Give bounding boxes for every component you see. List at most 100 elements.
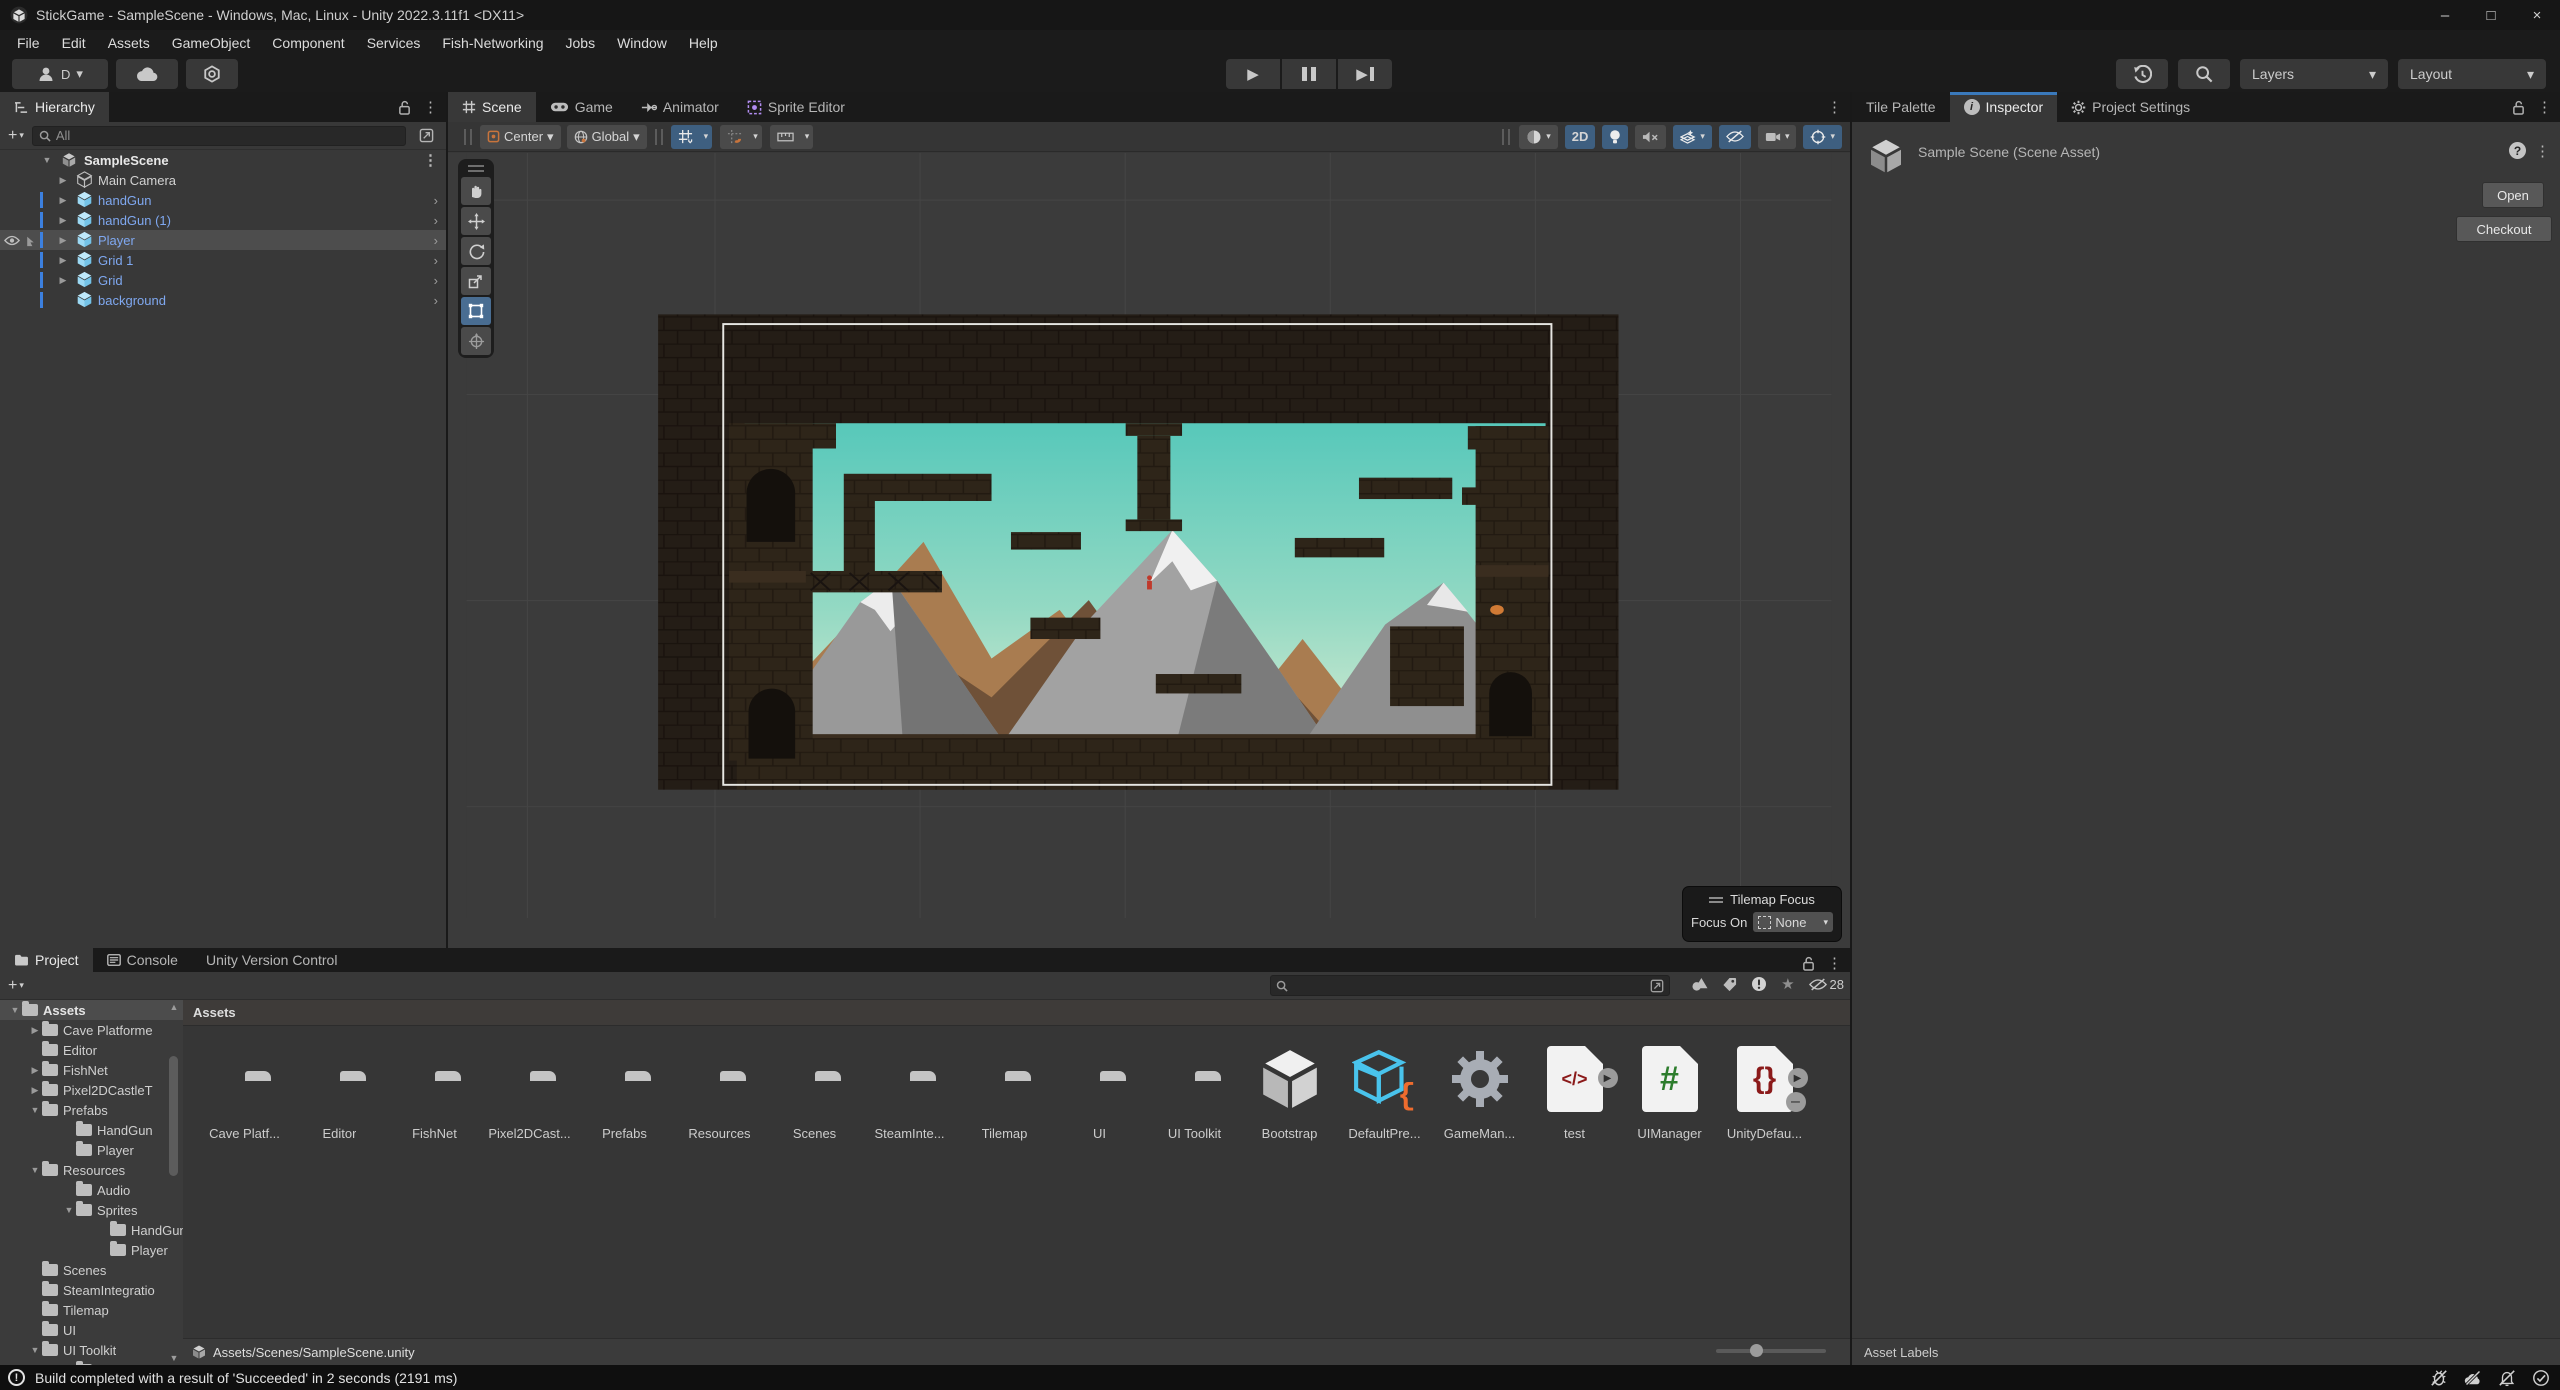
- project-panel-tab[interactable]: Unity Version Control: [192, 948, 352, 972]
- picker-icon[interactable]: [1650, 979, 1664, 993]
- asset-item[interactable]: {} </> # {} ▶ – Editor: [292, 1040, 387, 1141]
- prefab-open-chevron[interactable]: ›: [434, 193, 438, 208]
- menu-item[interactable]: Help: [678, 30, 729, 56]
- status-message[interactable]: Build completed with a result of 'Succee…: [35, 1370, 457, 1386]
- toolbar-handle[interactable]: [655, 129, 663, 145]
- scrollbar-thumb[interactable]: [169, 1056, 178, 1176]
- grid-snap-options[interactable]: ▾: [700, 125, 713, 149]
- asset-item[interactable]: {} </> # {} ▶ – Scenes: [767, 1040, 862, 1141]
- scene-view-tab[interactable]: Game: [536, 92, 627, 122]
- inspector-tab[interactable]: Project Settings: [2057, 92, 2204, 122]
- gizmos-dropdown[interactable]: ▾: [1803, 125, 1842, 149]
- lighting-toggle[interactable]: [1602, 125, 1628, 149]
- step-button[interactable]: ▶: [1338, 59, 1392, 89]
- expander-icon[interactable]: ▶: [28, 1085, 42, 1096]
- minimize-button[interactable]: –: [2422, 0, 2468, 30]
- scene-picker-button[interactable]: [414, 126, 438, 146]
- project-search-input[interactable]: [1293, 978, 1645, 993]
- snap-increment-button[interactable]: [770, 125, 801, 149]
- hierarchy-row[interactable]: ▶ Main Camera ›: [0, 170, 446, 190]
- project-tree-item[interactable]: ▶ FishNet: [0, 1060, 183, 1080]
- project-panel-tab[interactable]: Console: [93, 948, 192, 972]
- asset-item[interactable]: {} </> # {} ▶ – test: [1527, 1040, 1622, 1141]
- debugger-disabled-icon[interactable]: [2430, 1369, 2448, 1387]
- eye-icon[interactable]: [4, 235, 20, 246]
- pause-button[interactable]: [1282, 59, 1336, 89]
- hierarchy-row[interactable]: background ›: [0, 290, 446, 310]
- create-asset-button[interactable]: + ▾: [8, 977, 24, 995]
- inspector-tab[interactable]: Tile Palette: [1852, 92, 1950, 122]
- pickability-icon[interactable]: [24, 234, 36, 247]
- search-everywhere-button[interactable]: [2178, 59, 2230, 89]
- camera-overlay-dropdown[interactable]: ▾: [1758, 125, 1797, 149]
- scene-view-tab[interactable]: Animator: [627, 92, 733, 122]
- scene-visibility-toggle[interactable]: [1719, 125, 1751, 149]
- menu-item[interactable]: GameObject: [161, 30, 262, 56]
- scroll-down-icon[interactable]: ▼: [168, 1353, 180, 1363]
- hierarchy-row[interactable]: ▶ Grid 1 ›: [0, 250, 446, 270]
- expander-icon[interactable]: ▼: [40, 155, 54, 165]
- audio-toggle[interactable]: [1635, 125, 1666, 149]
- project-tree-item[interactable]: ▼ Assets: [0, 1000, 183, 1020]
- toolbar-handle[interactable]: [464, 129, 472, 145]
- slider-knob[interactable]: [1750, 1344, 1763, 1357]
- grid-snap-toggle[interactable]: [671, 125, 700, 149]
- help-icon[interactable]: ?: [2509, 142, 2526, 159]
- menu-item[interactable]: File: [6, 30, 51, 56]
- project-tree-item[interactable]: ▼ Prefabs: [0, 1100, 183, 1120]
- asset-item[interactable]: {} </> # {} ▶ – UI: [1052, 1040, 1147, 1141]
- close-button[interactable]: ×: [2514, 0, 2560, 30]
- scene-viewport[interactable]: Tilemap Focus Focus On None ▾: [448, 153, 1850, 948]
- cache-disabled-icon[interactable]: [2464, 1369, 2482, 1387]
- menu-item[interactable]: Jobs: [555, 30, 607, 56]
- project-tree-item[interactable]: ▼ Sprites: [0, 1200, 183, 1220]
- rect-tool-button[interactable]: [461, 297, 491, 325]
- hidden-packages-toggle[interactable]: 28: [1809, 977, 1844, 992]
- project-tree-item[interactable]: Player: [0, 1240, 183, 1260]
- asset-item[interactable]: {} </> # {} ▶ – Cave Platf...: [197, 1040, 292, 1141]
- grid-visual-options[interactable]: ▾: [749, 125, 762, 149]
- expander-icon[interactable]: ▶: [56, 235, 70, 246]
- asset-item[interactable]: {} </> # {} ▶ – Bootstrap: [1242, 1040, 1337, 1141]
- asset-item[interactable]: {} </> # {} ▶ – UI Toolkit: [1147, 1040, 1242, 1141]
- 2d-toggle[interactable]: 2D: [1565, 125, 1596, 149]
- expander-icon[interactable]: ▼: [62, 1205, 76, 1215]
- pivot-dropdown[interactable]: Center ▾: [480, 125, 561, 149]
- prefab-open-chevron[interactable]: ›: [434, 273, 438, 288]
- label-filter-icon[interactable]: [1722, 977, 1737, 992]
- expander-icon[interactable]: ▼: [28, 1345, 42, 1355]
- layout-dropdown[interactable]: Layout ▾: [2398, 59, 2546, 89]
- scene-menu-icon[interactable]: ⋮: [423, 151, 438, 169]
- menu-item[interactable]: Edit: [51, 30, 97, 56]
- asset-labels-section[interactable]: Asset Labels: [1852, 1338, 2560, 1365]
- overlay-handle[interactable]: [468, 165, 484, 172]
- inspector-tab[interactable]: i Inspector: [1950, 92, 2058, 122]
- focus-on-dropdown[interactable]: None ▾: [1753, 912, 1833, 932]
- asset-item[interactable]: {} </> # {} ▶ – UnityDefau...: [1717, 1040, 1812, 1141]
- type-filter-icon[interactable]: [1691, 977, 1708, 992]
- project-panel-tab[interactable]: Project: [0, 948, 93, 972]
- asset-item[interactable]: {} </> # {} ▶ – SteamInte...: [862, 1040, 957, 1141]
- notifications-disabled-icon[interactable]: [2498, 1369, 2516, 1387]
- scene-view-tab[interactable]: Scene: [448, 92, 536, 122]
- add-gameobject-button[interactable]: + ▾: [8, 127, 24, 145]
- prefab-open-chevron[interactable]: ›: [434, 213, 438, 228]
- prefab-open-chevron[interactable]: ›: [434, 233, 438, 248]
- asset-item[interactable]: {} </> # {} ▶ – Prefabs: [577, 1040, 672, 1141]
- project-tree-item[interactable]: HandGun: [0, 1220, 183, 1240]
- play-badge-icon[interactable]: ▶: [1788, 1068, 1808, 1088]
- cloud-button[interactable]: [116, 59, 178, 89]
- lock-icon[interactable]: [398, 100, 411, 115]
- favorites-info-icon[interactable]: [1751, 976, 1767, 992]
- project-tree-item[interactable]: Tilemap: [0, 1300, 183, 1320]
- expander-icon[interactable]: ▶: [56, 215, 70, 226]
- project-tree-item[interactable]: Editor: [0, 1040, 183, 1060]
- expander-icon[interactable]: ▼: [28, 1165, 42, 1175]
- hierarchy-row[interactable]: ▶ Grid ›: [0, 270, 446, 290]
- hierarchy-row[interactable]: ▶ handGun ›: [0, 190, 446, 210]
- project-tree-item[interactable]: Scenes: [0, 1260, 183, 1280]
- transform-tool-button[interactable]: [461, 327, 491, 355]
- expander-icon[interactable]: ▶: [56, 195, 70, 206]
- lock-icon[interactable]: [1802, 956, 1815, 971]
- draw-mode-dropdown[interactable]: ▾: [1519, 125, 1558, 149]
